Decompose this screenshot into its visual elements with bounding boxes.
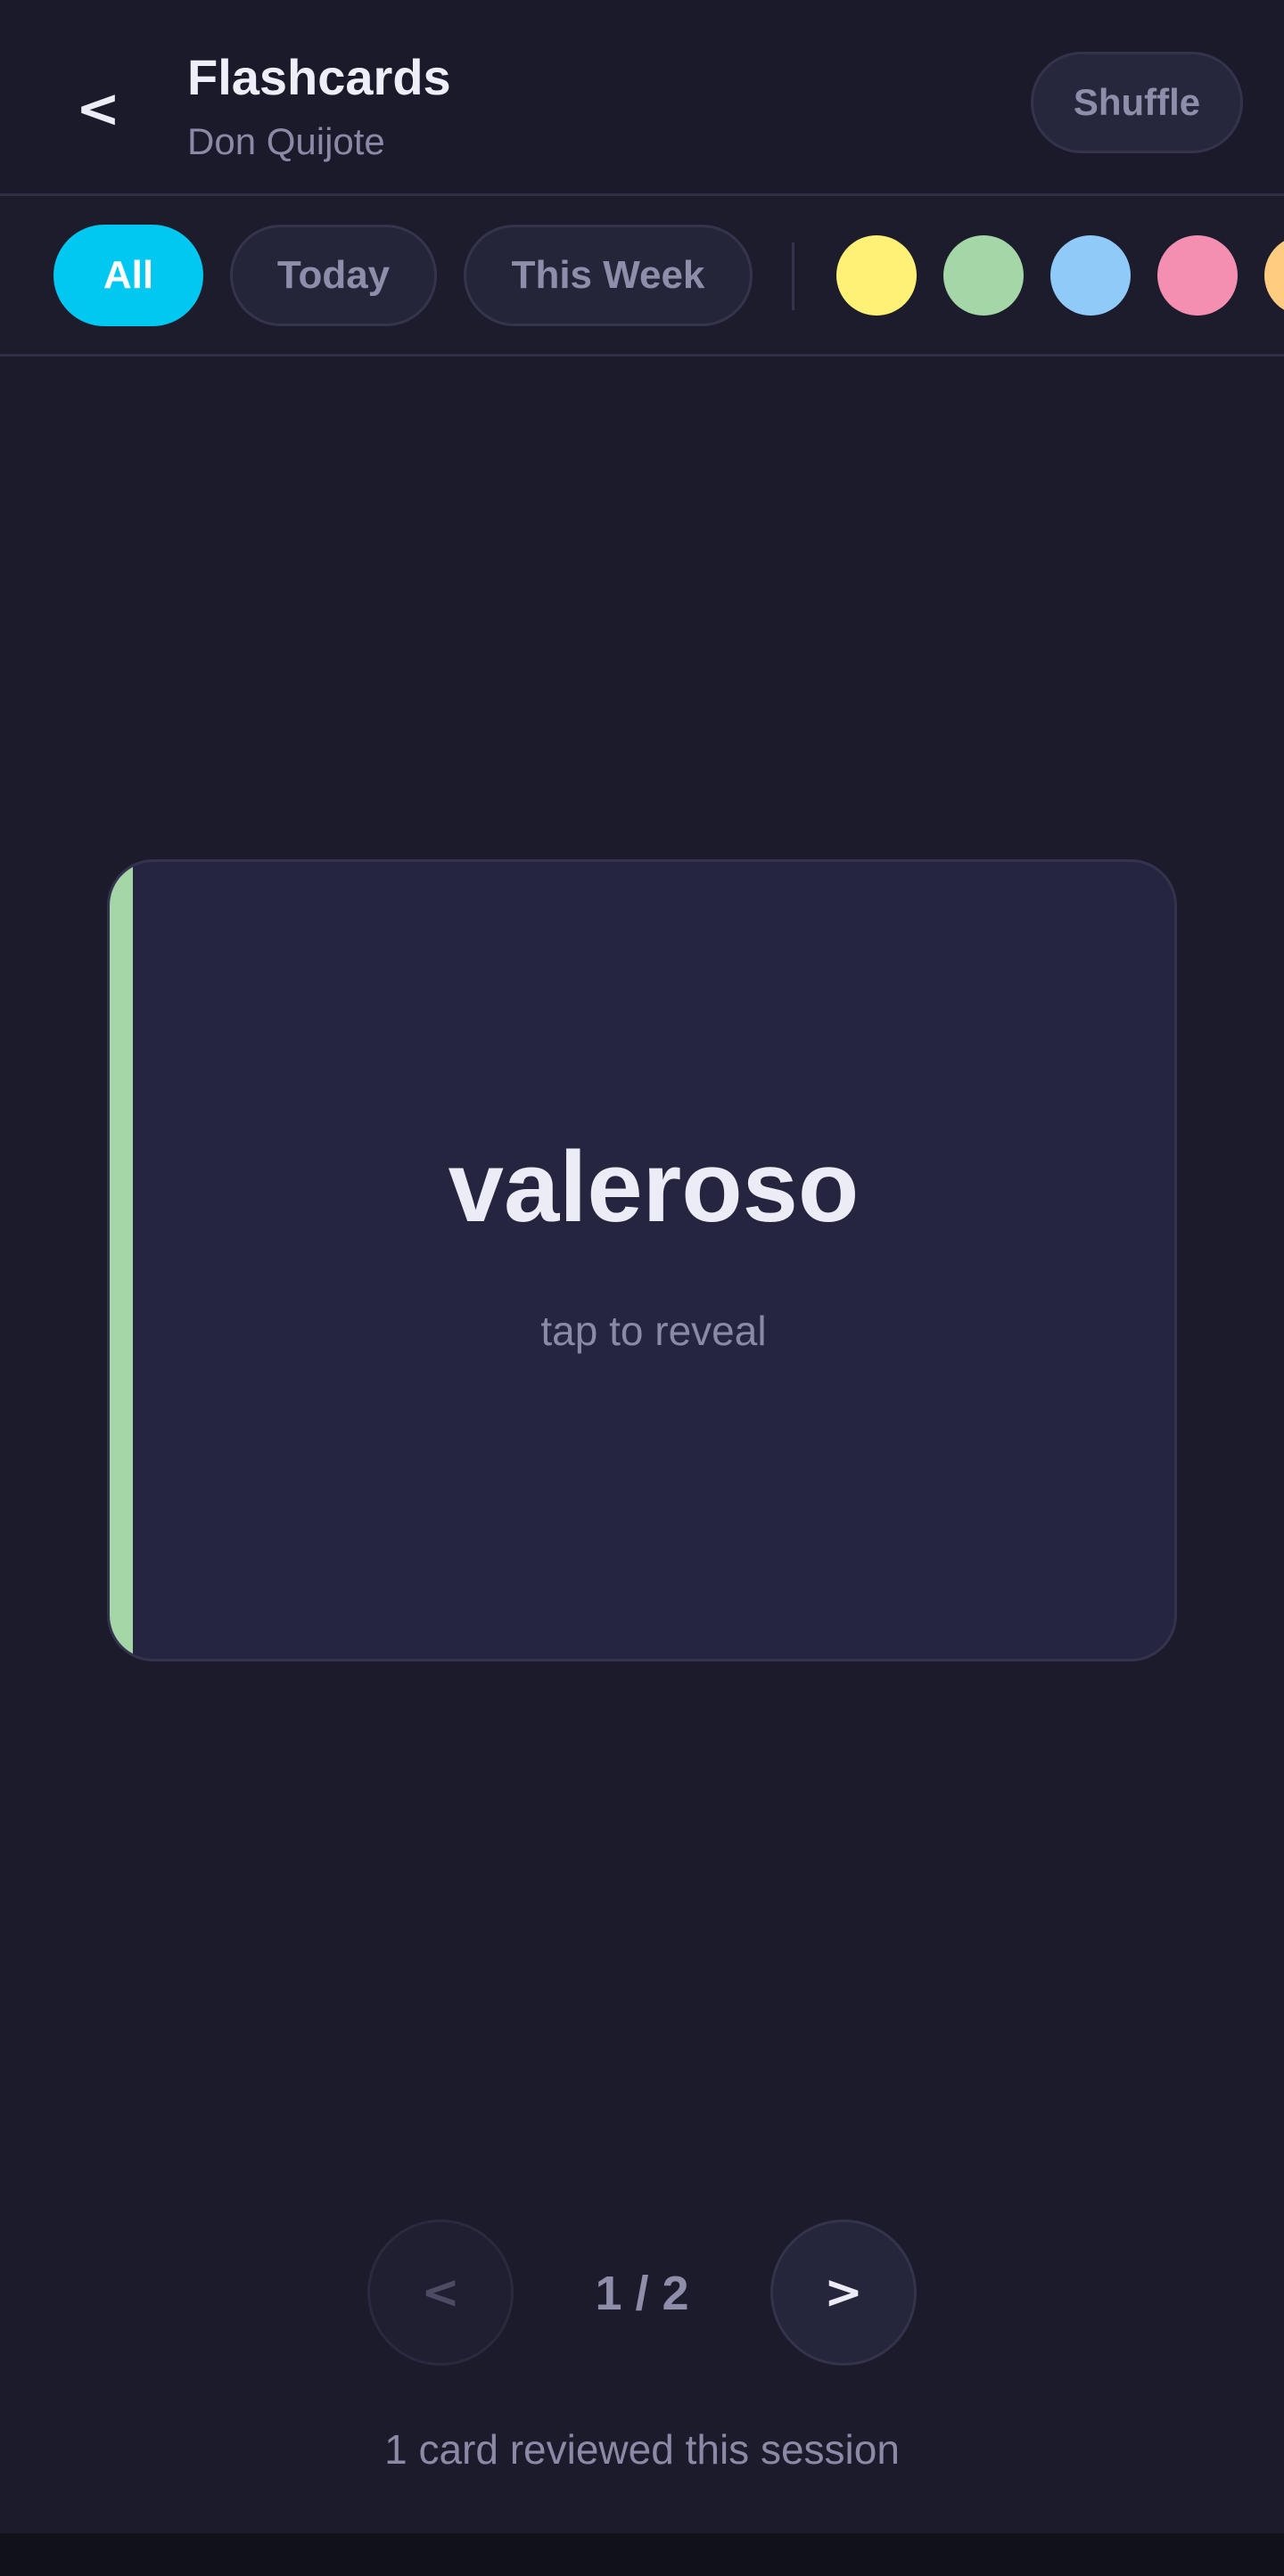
session-summary: 1 card reviewed this session	[384, 2426, 900, 2473]
color-filter-yellow[interactable]	[836, 235, 917, 316]
flashcards-screen: < Flashcards Don Quijote Shuffle All Tod…	[0, 0, 1284, 2576]
filter-chip-today[interactable]: Today	[230, 225, 437, 326]
color-filter-orange[interactable]	[1264, 235, 1284, 316]
previous-card-button[interactable]: <	[367, 2219, 514, 2366]
header: < Flashcards Don Quijote Shuffle	[0, 0, 1284, 196]
color-filter-pink[interactable]	[1157, 235, 1238, 316]
card-counter: 1 / 2	[595, 2267, 689, 2320]
shuffle-button[interactable]: Shuffle	[1031, 52, 1243, 153]
bottom-bar	[0, 2533, 1284, 2576]
filter-chip-all[interactable]: All	[54, 225, 203, 326]
card-hint: tap to reveal	[540, 1308, 767, 1354]
flashcard[interactable]: valeroso tap to reveal	[107, 859, 1177, 1661]
back-button[interactable]: <	[62, 64, 134, 153]
next-card-button[interactable]: >	[770, 2219, 917, 2366]
page-title: Flashcards	[187, 49, 451, 105]
card-word: valeroso	[448, 1131, 860, 1243]
filter-chip-this-week[interactable]: This Week	[464, 225, 753, 326]
filter-bar: All Today This Week	[0, 196, 1284, 357]
filter-divider	[792, 242, 794, 310]
book-subtitle: Don Quijote	[187, 120, 385, 162]
color-filter-green[interactable]	[943, 235, 1024, 316]
color-filter-blue[interactable]	[1050, 235, 1131, 316]
card-color-accent	[110, 862, 133, 1659]
